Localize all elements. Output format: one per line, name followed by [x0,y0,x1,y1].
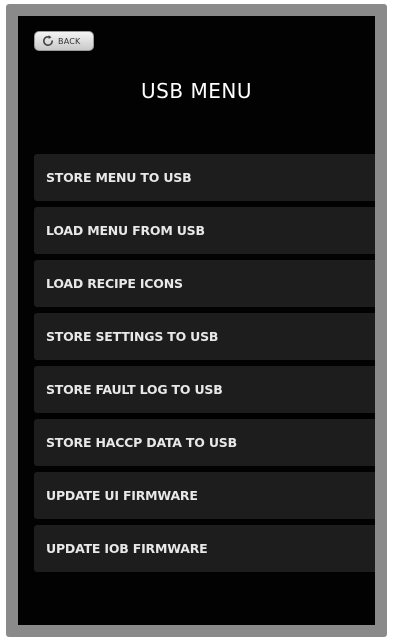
update-ui-firmware-button[interactable]: UPDATE UI FIRMWARE [34,472,375,519]
menu-item-label: UPDATE UI FIRMWARE [46,488,198,503]
menu-item-label: STORE FAULT LOG TO USB [46,382,223,397]
menu-item-label: LOAD RECIPE ICONS [46,276,183,291]
menu-item-label: STORE MENU TO USB [46,170,192,185]
load-recipe-icons-button[interactable]: LOAD RECIPE ICONS [34,260,375,307]
menu-item-label: LOAD MENU FROM USB [46,223,205,238]
store-settings-to-usb-button[interactable]: STORE SETTINGS TO USB [34,313,375,360]
menu-item-label: STORE HACCP DATA TO USB [46,435,237,450]
store-menu-to-usb-button[interactable]: STORE MENU TO USB [34,154,375,201]
back-button[interactable]: BACK [34,31,94,51]
store-fault-log-to-usb-button[interactable]: STORE FAULT LOG TO USB [34,366,375,413]
store-haccp-data-to-usb-button[interactable]: STORE HACCP DATA TO USB [34,419,375,466]
refresh-arrow-icon [43,35,53,46]
usb-menu-list: STORE MENU TO USB LOAD MENU FROM USB LOA… [34,154,375,578]
menu-item-label: STORE SETTINGS TO USB [46,329,219,344]
device-frame: BACK USB MENU STORE MENU TO USB LOAD MEN… [6,4,387,637]
page-title: USB MENU [141,79,252,103]
back-button-label: BACK [58,36,81,46]
update-iob-firmware-button[interactable]: UPDATE IOB FIRMWARE [34,525,375,572]
screen: BACK USB MENU STORE MENU TO USB LOAD MEN… [18,16,375,625]
load-menu-from-usb-button[interactable]: LOAD MENU FROM USB [34,207,375,254]
menu-item-label: UPDATE IOB FIRMWARE [46,541,208,556]
